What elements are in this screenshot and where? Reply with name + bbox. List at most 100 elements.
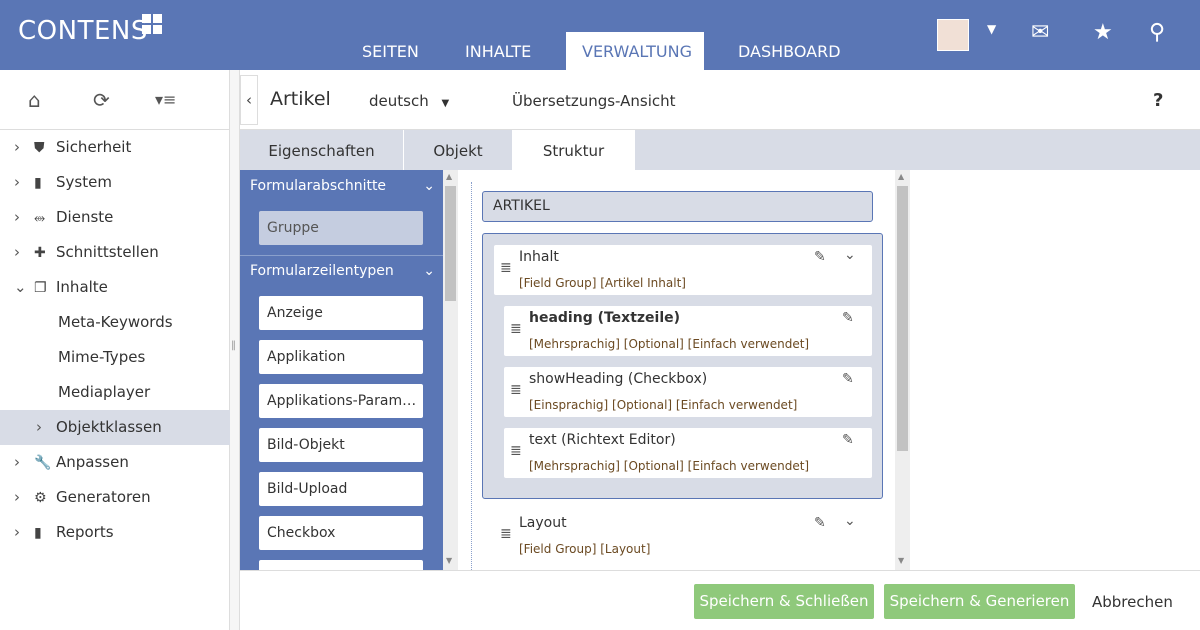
structure-node[interactable]: ≣ text (Richtext Editor) [Mehrsprachig] … xyxy=(504,428,872,478)
edit-pencil-icon[interactable]: ✎ xyxy=(842,310,854,326)
sidebar-item-reports[interactable]: › ▮ Reports xyxy=(0,515,230,550)
structure-node[interactable]: ≣ heading (Textzeile) [Mehrsprachig] [Op… xyxy=(504,306,872,356)
palette-item[interactable]: Anzeige xyxy=(259,296,423,330)
splitter-handle[interactable]: ‖ xyxy=(230,70,240,630)
chevron-right-icon: › xyxy=(14,173,20,191)
sidebar-item-schnittstellen[interactable]: › ✚ Schnittstellen xyxy=(0,235,230,270)
node-title: Inhalt xyxy=(519,249,559,265)
translation-view-link[interactable]: Übersetzungs-Ansicht xyxy=(512,92,676,110)
sidebar-item-label: Anpassen xyxy=(56,453,129,471)
star-icon[interactable]: ★ xyxy=(1093,20,1113,45)
sidebar-item-system[interactable]: › ▮ System xyxy=(0,165,230,200)
search-icon[interactable]: ⚲ xyxy=(1149,20,1165,45)
palette-item[interactable]: Bild-Objekt xyxy=(259,428,423,462)
chart-icon: ▮ xyxy=(34,525,42,541)
sidebar-item-anpassen[interactable]: › 🔧 Anpassen xyxy=(0,445,230,480)
cancel-button[interactable]: Abbrechen xyxy=(1092,593,1173,611)
nav-seiten[interactable]: SEITEN xyxy=(346,32,435,70)
drag-handle-icon[interactable]: ≣ xyxy=(510,382,522,398)
refresh-icon[interactable]: ⟳ xyxy=(93,88,110,112)
page-title: Artikel xyxy=(270,88,331,110)
user-menu-caret-icon[interactable]: ▼ xyxy=(987,22,996,36)
collapse-left-button[interactable]: ‹ xyxy=(240,75,258,125)
edit-pencil-icon[interactable]: ✎ xyxy=(842,432,854,448)
palette-item-gruppe[interactable]: Gruppe xyxy=(259,211,423,245)
nav-dashboard[interactable]: DASHBOARD xyxy=(722,32,857,70)
structure-node[interactable]: ≣ showHeading (Checkbox) [Einsprachig] [… xyxy=(504,367,872,417)
avatar[interactable] xyxy=(937,19,969,51)
tab-struktur[interactable]: Struktur xyxy=(513,130,635,170)
caret-down-icon: ▼ xyxy=(441,98,450,109)
chevron-down-icon[interactable]: ⌄ xyxy=(844,513,856,529)
sidebar-item-generatoren[interactable]: › ⚙ Generatoren xyxy=(0,480,230,515)
palette-item[interactable] xyxy=(259,560,423,570)
chevron-right-icon: › xyxy=(14,523,20,541)
palette-item[interactable]: Applikation xyxy=(259,340,423,374)
chevron-right-icon: › xyxy=(36,418,42,436)
structure-scrollbar[interactable]: ▲ ▼ xyxy=(895,170,910,570)
root-node-artikel[interactable]: ARTIKEL xyxy=(482,191,873,222)
chevron-down-icon[interactable]: ⌄ xyxy=(844,247,856,263)
chevron-right-icon: › xyxy=(14,208,20,226)
structure-tree: ARTIKEL ≣ Inhalt [Field Group] [Artikel … xyxy=(458,170,895,570)
wrench-icon: 🔧 xyxy=(34,455,52,471)
node-meta: [Einsprachig] [Optional] [Einfach verwen… xyxy=(529,398,798,412)
save-generate-button[interactable]: Speichern & Generieren xyxy=(884,584,1075,619)
home-icon[interactable]: ⌂ xyxy=(28,88,41,112)
sidebar-item-sicherheit[interactable]: › ⛊ Sicherheit xyxy=(0,130,230,165)
sidebar-item-label: System xyxy=(56,173,112,191)
nav-inhalte[interactable]: INHALTE xyxy=(449,32,547,70)
node-meta: [Mehrsprachig] [Optional] [Einfach verwe… xyxy=(529,337,810,351)
save-close-button[interactable]: Speichern & Schließen xyxy=(694,584,874,619)
section-title: Formularabschnitte xyxy=(250,178,387,194)
structure-node[interactable]: ≣ Layout [Field Group] [Layout] ✎ ⌄ xyxy=(494,511,872,561)
logo[interactable]: CONTENS xyxy=(18,16,148,46)
sidebar-item-inhalte[interactable]: ⌄ ❐ Inhalte xyxy=(0,270,230,305)
copy-icon: ❐ xyxy=(34,280,47,296)
language-select[interactable]: deutsch ▼ xyxy=(369,92,449,110)
filter-list-icon[interactable]: ▾≡ xyxy=(155,90,176,109)
palette-item[interactable]: Applikations-Param… xyxy=(259,384,423,418)
sidebar-item-label: Sicherheit xyxy=(56,138,132,156)
section-formularzeilentypen[interactable]: Formularzeilentypen ⌄ xyxy=(240,255,443,287)
nav-verwaltung[interactable]: VERWALTUNG xyxy=(566,32,704,70)
edit-pencil-icon[interactable]: ✎ xyxy=(842,371,854,387)
sidebar-item-meta-keywords[interactable]: Meta-Keywords xyxy=(0,305,230,340)
footer: Speichern & Schließen Speichern & Generi… xyxy=(240,570,1200,630)
gear-icon: ⚙ xyxy=(34,490,47,506)
drag-handle-icon[interactable]: ≣ xyxy=(500,260,512,276)
drag-handle-icon[interactable]: ≣ xyxy=(510,321,522,337)
sidebar-item-objektklassen[interactable]: › Objektklassen xyxy=(0,410,230,445)
chevron-down-icon: ⌄ xyxy=(423,178,435,194)
sidebar-item-label: Objektklassen xyxy=(56,418,162,436)
node-meta: [Field Group] [Layout] xyxy=(519,542,651,556)
chevron-down-icon: ⌄ xyxy=(14,278,27,296)
structure-node[interactable]: ≣ Inhalt [Field Group] [Artikel Inhalt] … xyxy=(494,245,872,295)
sidebar-item-mime-types[interactable]: Mime-Types xyxy=(0,340,230,375)
node-meta: [Field Group] [Artikel Inhalt] xyxy=(519,276,686,290)
drag-handle-icon[interactable]: ≣ xyxy=(500,526,512,542)
sidebar: ⌂ ⟳ ▾≡ › ⛊ Sicherheit › ▮ System › ⥈ Dienste › ✚ Sc… xyxy=(0,70,230,630)
sidebar-item-dienste[interactable]: › ⥈ Dienste xyxy=(0,200,230,235)
palette-item[interactable]: Checkbox xyxy=(259,516,423,550)
sidebar-item-label: Mime-Types xyxy=(58,348,146,366)
palette-scrollbar[interactable]: ▲ ▼ xyxy=(443,170,458,570)
palette-item[interactable]: Bild-Upload xyxy=(259,472,423,506)
drag-handle-icon[interactable]: ≣ xyxy=(510,443,522,459)
node-title: showHeading (Checkbox) xyxy=(529,371,708,387)
mail-add-icon[interactable]: ✉ xyxy=(1031,20,1049,45)
section-formularabschnitte[interactable]: Formularabschnitte ⌄ xyxy=(240,170,443,202)
edit-pencil-icon[interactable]: ✎ xyxy=(814,249,826,265)
edit-pencil-icon[interactable]: ✎ xyxy=(814,515,826,531)
chevron-right-icon: › xyxy=(14,138,20,156)
tab-bar: Eigenschaften Objekt Struktur xyxy=(240,130,1200,170)
tab-eigenschaften[interactable]: Eigenschaften xyxy=(240,130,404,170)
sidebar-item-label: Mediaplayer xyxy=(58,383,151,401)
language-value: deutsch xyxy=(369,92,429,110)
tab-objekt[interactable]: Objekt xyxy=(404,130,513,170)
sidebar-item-mediaplayer[interactable]: Mediaplayer xyxy=(0,375,230,410)
chevron-down-icon: ⌄ xyxy=(423,263,435,279)
toolbar: ‹ Artikel deutsch ▼ Übersetzungs-Ansicht… xyxy=(240,70,1200,130)
puzzle-icon: ✚ xyxy=(34,245,46,261)
help-button[interactable]: ? xyxy=(1153,90,1163,111)
